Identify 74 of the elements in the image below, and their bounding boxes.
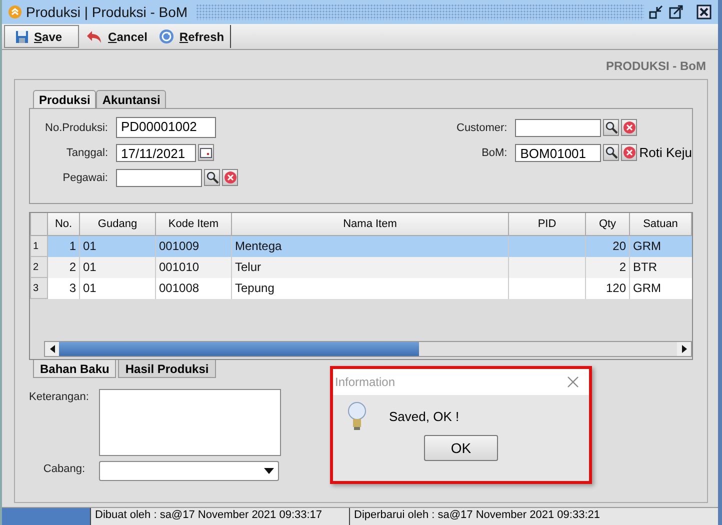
module-title: PRODUKSI - BoM [605, 58, 707, 75]
field-label: Pegawai: [62, 172, 109, 184]
column-header[interactable]: Satuan [630, 213, 692, 236]
table-cell: 01 [83, 260, 96, 274]
horizontal-scrollbar[interactable] [44, 341, 692, 357]
maximize-icon[interactable] [668, 4, 684, 20]
tab[interactable]: Bahan Baku [33, 360, 116, 378]
row-number: 1 [30, 236, 48, 256]
dialog-message: Saved, OK ! [389, 408, 460, 424]
input-field[interactable] [116, 168, 202, 186]
input-field[interactable]: BOM01001 [515, 144, 602, 162]
tab[interactable]: Produksi [33, 90, 96, 108]
row-number: 2 [30, 256, 48, 278]
search-button[interactable] [603, 119, 620, 136]
field-label: No.Produksi: [44, 122, 109, 134]
column-header[interactable]: No. [48, 213, 80, 236]
search-button[interactable] [603, 144, 620, 161]
scroll-left-icon[interactable] [50, 345, 54, 353]
notes-field[interactable] [99, 389, 281, 456]
table-cell: 2 [619, 260, 626, 274]
table-cell: 1 [69, 239, 76, 254]
column-header[interactable]: Qty [586, 213, 630, 236]
table-cell: GRM [633, 281, 661, 295]
calendar-button[interactable] [198, 144, 214, 161]
close-icon[interactable] [696, 4, 712, 20]
lightbulb-icon [347, 401, 367, 431]
clear-button[interactable] [621, 144, 638, 161]
clear-button[interactable] [621, 119, 638, 136]
refresh-button[interactable]: Refresh [153, 25, 232, 48]
input-field[interactable]: PD00001002 [116, 117, 216, 138]
column-header[interactable]: PID [508, 213, 586, 236]
scroll-right-icon[interactable] [682, 345, 686, 353]
table-cell: Mentega [235, 239, 282, 254]
field-label: Cabang: [42, 462, 85, 475]
save-button[interactable]: Save [4, 25, 80, 48]
table-cell: 120 [606, 281, 626, 295]
table-cell: 01 [83, 281, 96, 295]
dialog-title: Information [335, 375, 396, 389]
table-cell: 3 [69, 281, 76, 295]
table-cell: 001009 [159, 239, 200, 254]
table-cell: 001008 [159, 281, 200, 295]
field-label: Tanggal: [65, 146, 109, 158]
ok-button[interactable]: OK [424, 435, 498, 461]
branch-dropdown[interactable] [99, 461, 279, 481]
input-field[interactable] [515, 118, 602, 136]
table-cell: 2 [69, 260, 76, 274]
status-text: Diperbarui oleh : sa@17 November 2021 09:33:21 [349, 508, 608, 525]
row-number: 3 [30, 278, 48, 298]
table-cell: 20 [612, 239, 626, 254]
restore-icon[interactable] [648, 4, 664, 20]
app-icon [8, 5, 22, 19]
table-cell: 001010 [159, 260, 200, 274]
refresh-icon [159, 29, 174, 44]
tab[interactable]: Akuntansi [96, 90, 166, 108]
column-header[interactable]: Gudang [80, 213, 156, 236]
input-field[interactable]: 17/11/2021 [116, 144, 196, 162]
cancel-button[interactable]: Cancel [79, 25, 154, 48]
table-cell: Telur [235, 260, 262, 274]
search-button[interactable] [204, 169, 220, 186]
tab[interactable]: Hasil Produksi [118, 360, 216, 378]
table-cell: BTR [633, 260, 657, 274]
table-cell: GRM [633, 239, 661, 254]
undo-arrow-icon [85, 30, 104, 44]
column-header[interactable]: Kode Item [156, 213, 232, 236]
clear-button[interactable] [222, 169, 238, 186]
caret-icon [264, 468, 274, 474]
field-label: BoM: [480, 146, 508, 158]
item-name: Roti Keju [639, 145, 692, 160]
table-cell: Tepung [235, 281, 274, 295]
status-text: Dibuat oleh : sa@17 November 2021 09:33:17 [90, 508, 349, 525]
field-label: Customer: [456, 122, 508, 134]
window-title: Produksi | Produksi - BoM [26, 4, 188, 20]
column-header[interactable]: Nama Item [232, 213, 508, 236]
table-cell: 01 [83, 239, 96, 254]
